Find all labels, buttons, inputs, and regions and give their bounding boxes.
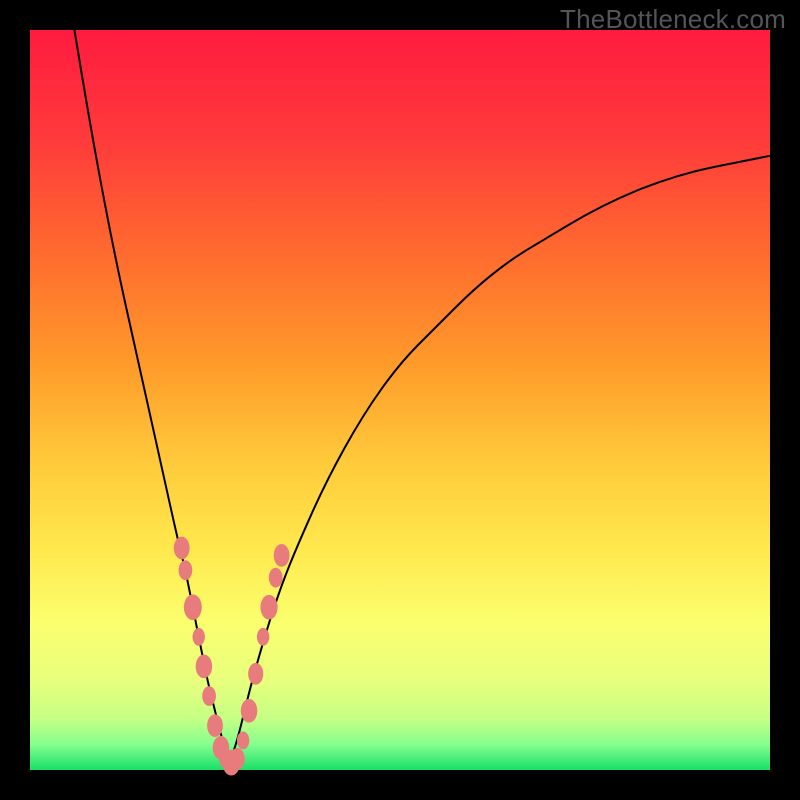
marker-point (207, 714, 223, 737)
marker-point (202, 686, 216, 706)
marker-point (174, 537, 190, 560)
marker-point (184, 594, 202, 620)
marker-point (196, 655, 213, 679)
marker-group (174, 537, 290, 776)
marker-point (257, 628, 269, 646)
curve-left (74, 30, 229, 763)
marker-point (260, 595, 277, 620)
marker-point (241, 699, 258, 723)
marker-point (179, 560, 193, 580)
chart-svg (30, 30, 770, 770)
marker-point (274, 544, 290, 567)
plot-area (30, 30, 770, 770)
marker-point (248, 663, 263, 685)
marker-point (269, 568, 283, 588)
curve-right (230, 156, 770, 763)
chart-frame: TheBottleneck.com (0, 0, 800, 800)
marker-point (237, 732, 249, 750)
watermark-text: TheBottleneck.com (560, 4, 786, 35)
marker-point (193, 628, 205, 646)
marker-point (230, 748, 245, 770)
